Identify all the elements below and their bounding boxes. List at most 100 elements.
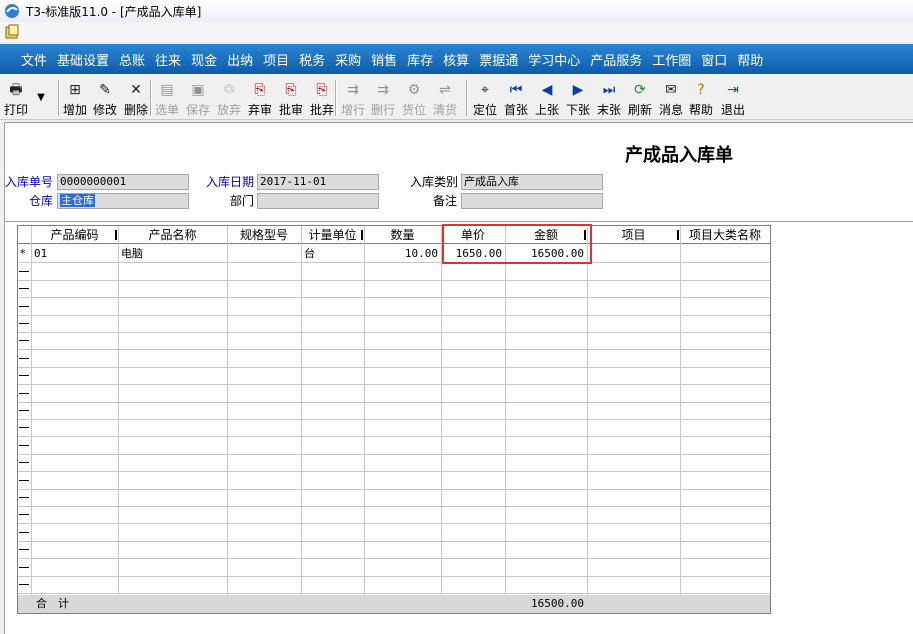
grid-cell-code[interactable]: 01 <box>34 245 115 263</box>
unapprove-icon: ⎘ <box>254 82 266 98</box>
menu-item-2[interactable]: 总账 <box>114 50 150 69</box>
row-marker-line <box>19 514 29 515</box>
menu-item-3[interactable]: 往来 <box>150 50 186 69</box>
toolbar-label: 清货 <box>432 103 457 117</box>
remark-label: 备注 <box>433 194 458 208</box>
grid-cell-spec[interactable] <box>230 245 298 263</box>
row-marker-line <box>19 410 29 411</box>
toolbar-button-save[interactable]: ▣ 保存 <box>184 78 212 118</box>
menu-item-16[interactable]: 窗口 <box>696 50 732 69</box>
toolbar-button-previous-record[interactable]: ◀ 上张 <box>532 78 562 118</box>
column-header-name[interactable]: 产品名称 <box>118 226 227 244</box>
toolbar-label: 消息 <box>658 103 683 117</box>
column-header-project_cat[interactable]: 项目大类名称 <box>680 226 770 244</box>
toolbar-button-first-record[interactable]: ⏮ 首张 <box>501 78 531 118</box>
total-amount: 16500.00 <box>531 597 584 610</box>
grid-row-line <box>18 541 770 542</box>
column-resize-handle[interactable] <box>115 230 117 240</box>
grid-cell-name[interactable]: 电脑 <box>121 245 224 263</box>
column-resize-handle[interactable] <box>677 230 679 240</box>
column-resize-handle[interactable] <box>361 230 363 240</box>
menu-item-0[interactable]: 文件 <box>16 50 52 69</box>
toolbar-button-delete[interactable]: ✕ 删除 <box>121 78 151 118</box>
department-field[interactable] <box>257 193 379 209</box>
toolbar-label: 修改 <box>92 103 117 117</box>
row-marker-line <box>19 549 29 550</box>
grid-row-line <box>18 297 770 298</box>
toolbar-button-unapprove[interactable]: ⎘ 弃审 <box>245 78 275 118</box>
category-field[interactable]: 产成品入库 <box>461 174 603 190</box>
column-header-unit[interactable]: 计量单位 <box>301 226 364 244</box>
menu-item-14[interactable]: 产品服务 <box>585 50 647 69</box>
toolbar-button-locate[interactable]: ⌖ 定位 <box>470 78 500 118</box>
remark-field[interactable] <box>461 193 603 209</box>
grid-row-line <box>18 402 770 403</box>
location-icon: ⚙ <box>407 82 421 98</box>
menu-item-5[interactable]: 出纳 <box>222 50 258 69</box>
select-document-icon: ▤ <box>160 82 174 98</box>
row-marker-line <box>19 445 29 446</box>
menu-item-4[interactable]: 现金 <box>186 50 222 69</box>
toolbar-label: 保存 <box>185 103 210 117</box>
menu-item-10[interactable]: 库存 <box>402 50 438 69</box>
grid-row-line <box>18 489 770 490</box>
toolbar-button-select-document[interactable]: ▤ 选单 <box>152 78 182 118</box>
toolbar: 🖶 打印 ⊞ 增加 ✎ 修改 ✕ 删除 ▤ 选单 ▣ 保存 ♲ 放弃 ⎘ 弃审 ⎘ 批审 ⎘ 批弃 ⇉ 增行 ⇉ 删行 ⚙ 货位 ⇌… <box>0 76 913 120</box>
warehouse-label: 仓库 <box>29 194 54 208</box>
toolbar-button-batch-unapprove[interactable]: ⎘ 批弃 <box>307 78 337 118</box>
menu-item-13[interactable]: 学习中心 <box>523 50 585 69</box>
menu-item-15[interactable]: 工作圈 <box>647 50 696 69</box>
toolbar-button-batch-approve[interactable]: ⎘ 批审 <box>276 78 306 118</box>
printer-icon: 🖶 <box>9 82 23 98</box>
toolbar-button-next-record[interactable]: ▶ 下张 <box>563 78 593 118</box>
doc-no-field[interactable]: 0000000001 <box>57 174 189 190</box>
toolbar-button-add-document[interactable]: ⊞ 增加 <box>61 78 89 118</box>
toolbar-label: 上张 <box>534 103 559 117</box>
menu-item-7[interactable]: 税务 <box>294 50 330 69</box>
toolbar-label: 货位 <box>401 103 426 117</box>
menu-item-17[interactable]: 帮助 <box>732 50 768 69</box>
grid-cell-project_cat[interactable] <box>683 245 767 263</box>
toolbar-button-help[interactable]: ? 帮助 <box>687 78 715 118</box>
toolbar-button-printer[interactable]: 🖶 打印 <box>2 78 30 118</box>
grid-row-line <box>18 523 770 524</box>
toolbar-button-clear-goods[interactable]: ⇌ 清货 <box>430 78 460 118</box>
toolbar-button-add-row[interactable]: ⇉ 增行 <box>338 78 368 118</box>
toolbar-button-exit[interactable]: ⇥ 退出 <box>718 78 748 118</box>
menu-item-6[interactable]: 项目 <box>258 50 294 69</box>
document-window-icon[interactable] <box>4 24 20 40</box>
toolbar-button-last-record[interactable]: ⏭ 末张 <box>594 78 624 118</box>
column-header-qty[interactable]: 数量 <box>364 226 441 244</box>
menu-item-1[interactable]: 基础设置 <box>52 50 114 69</box>
clear-goods-icon: ⇌ <box>439 82 451 98</box>
toolbar-button-refresh[interactable]: ⟳ 刷新 <box>625 78 655 118</box>
date-field[interactable]: 2017-11-01 <box>257 174 379 190</box>
column-header-spec[interactable]: 规格型号 <box>227 226 301 244</box>
warehouse-field[interactable]: 主仓库 <box>57 193 189 209</box>
row-marker-line <box>19 532 29 533</box>
toolbar-button-discard[interactable]: ♲ 放弃 <box>214 78 244 118</box>
grid-cell-unit[interactable]: 台 <box>304 245 361 263</box>
toolbar-button-edit[interactable]: ✎ 修改 <box>90 78 120 118</box>
previous-record-icon: ◀ <box>541 82 553 98</box>
print-dropdown-button[interactable]: ▼ <box>33 78 49 118</box>
menu-item-9[interactable]: 销售 <box>366 50 402 69</box>
toolbar-button-delete-row[interactable]: ⇉ 删行 <box>368 78 398 118</box>
column-header-project[interactable]: 项目 <box>587 226 680 244</box>
chevron-down-icon: ▼ <box>37 92 45 103</box>
toolbar-button-message[interactable]: ✉ 消息 <box>656 78 686 118</box>
column-header-code[interactable]: 产品编码 <box>31 226 118 244</box>
toolbar-label: 弃审 <box>247 103 272 117</box>
total-row <box>18 595 770 613</box>
grid-cell-qty[interactable]: 10.00 <box>367 245 438 263</box>
toolbar-button-location[interactable]: ⚙ 货位 <box>399 78 429 118</box>
title-bar: T3-标准版11.0 - [产成品入库单] <box>0 0 913 22</box>
grid-row-line <box>18 454 770 455</box>
grid-cell-project[interactable] <box>590 245 677 263</box>
menu-item-12[interactable]: 票据通 <box>474 50 523 69</box>
grid-row-line <box>18 367 770 368</box>
menu-item-8[interactable]: 采购 <box>330 50 366 69</box>
next-record-icon: ▶ <box>572 82 584 98</box>
menu-item-11[interactable]: 核算 <box>438 50 474 69</box>
grid-row-line <box>18 593 770 594</box>
